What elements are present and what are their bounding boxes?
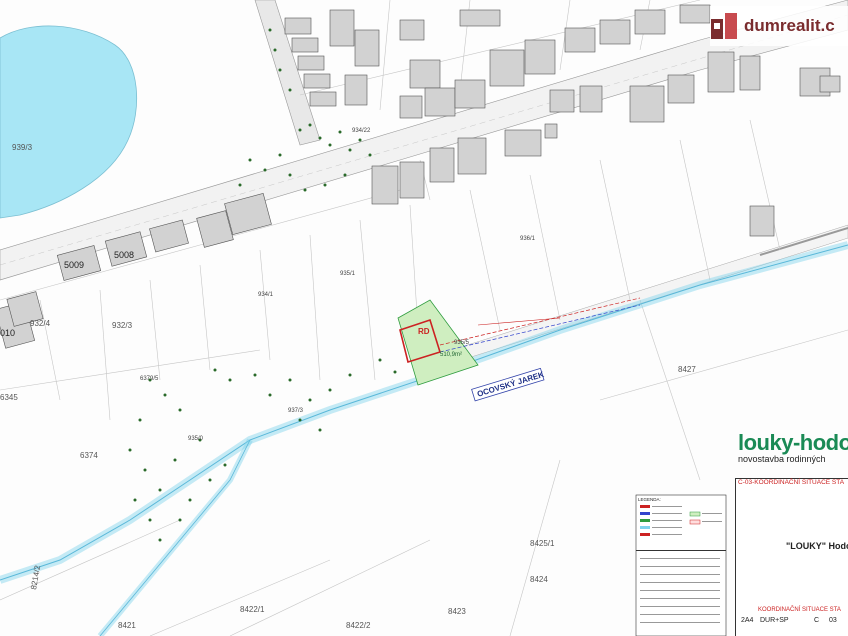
site-plan-map: 939/3 932/4 932/3 5009 5008 010 6374 634… [0,0,848,636]
stream-name: OCOVSKÝ JAREK [476,370,545,399]
plot-label: 8427 [678,365,696,374]
plot-label: 935/0 [188,436,204,442]
plot-area-label: 510,9m² [440,352,462,358]
utility-line-blue [439,304,641,353]
plot-label: 935/5 [454,340,470,346]
plot-label: 8424 [530,575,548,584]
plot-label: 935/1 [340,271,356,277]
plot-label: 937/3 [288,408,304,414]
project-name: "LOUKY" Hodon [786,541,848,551]
plot-label: 8425/1 [530,539,555,548]
brand-wordmark: dumrealit.c [744,16,835,36]
plot-label: 939/3 [12,143,33,152]
plot-label: 934/1 [258,292,274,298]
plot-label: 932/4 [30,319,51,328]
sheet-title: KOORDINAČNÍ SITUACE STA [758,607,841,613]
brand-name-suffix: .c [820,16,835,35]
plot-label: 6379/5 [140,376,159,382]
developer-name: louky-hodon [738,430,848,455]
developer-logo: louky-hodon novostavba rodinných [738,430,848,472]
sheet-letter: C [814,617,820,624]
cadastral-drawing: 939/3 932/4 932/3 5009 5008 010 6374 634… [0,0,848,636]
plot-label: 8422/2 [346,621,371,630]
brand-name-plain: dum [744,16,780,35]
site-marker: RD [418,327,430,336]
sheet-heading: C-03-KOORDINAČNÍ SITUACE STA [738,479,845,486]
survey-points [128,28,397,542]
plot-label: 8421 [118,621,136,630]
house-number: 5009 [64,260,84,270]
house-logo-icon [710,11,740,41]
house-number: 010 [0,328,15,338]
stage-code: DUR+SP [760,617,789,624]
sheet-number: 03 [829,617,837,624]
legend-box [635,494,727,636]
plot-label: 6374 [80,451,98,460]
plot-label: 932/3 [112,321,133,330]
house-number: 5008 [114,250,134,260]
legend-title: LEGENDA: [638,497,661,502]
plot-label: 6345 [0,393,18,402]
plot-label: 8423 [448,607,466,616]
brand-name-accent: realit [779,16,821,35]
plot-label: 936/1 [520,236,536,242]
dumrealit-logo: dumrealit.c [710,6,848,46]
pond [0,25,137,219]
stream-name-box: OCOVSKÝ JAREK [471,367,545,402]
format-code: 2A4 [741,617,754,624]
plot-label: 934/22 [352,128,371,134]
plot-label: 8422/1 [240,605,265,614]
stream-branch [97,438,253,636]
